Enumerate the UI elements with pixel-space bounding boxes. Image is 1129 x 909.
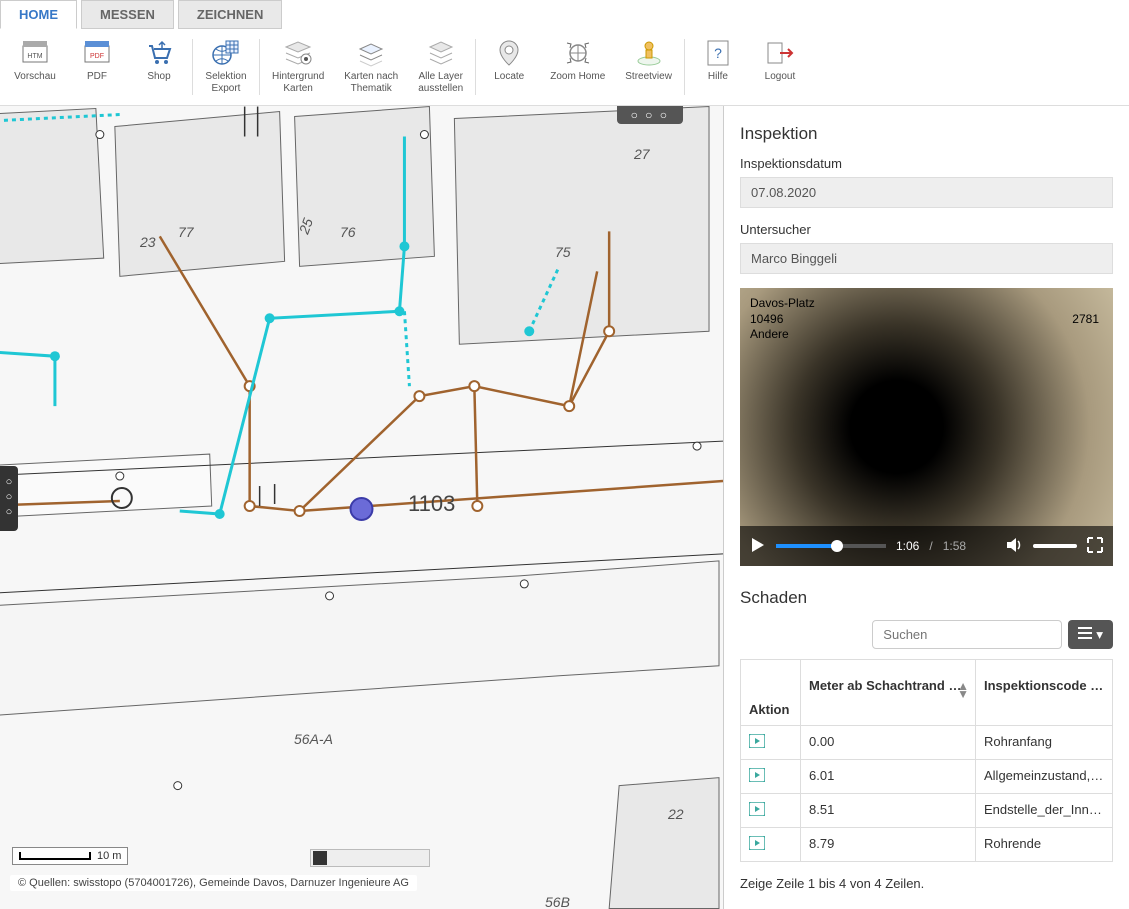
map-canvas[interactable]: ○ ○ ○ ○○○ 23 77 25 76 75 27 56A-A 56B 22… xyxy=(0,106,724,909)
map-vectors xyxy=(0,106,723,909)
tab-home[interactable]: HOME xyxy=(0,0,77,29)
logout-button[interactable]: Logout xyxy=(749,35,811,99)
svg-text:HTM: HTM xyxy=(27,53,42,60)
parcel-label: 23 xyxy=(140,234,156,250)
code-cell: Rohranfang xyxy=(976,726,1113,760)
scale-bar: 10 m xyxy=(12,847,128,865)
inspektion-title: Inspektion xyxy=(740,124,1113,144)
columns-toggle-button[interactable]: ▾ xyxy=(1068,620,1113,649)
svg-text:?: ? xyxy=(714,45,722,61)
inspection-panel: Inspektion Inspektionsdatum Untersucher … xyxy=(724,106,1129,909)
streetview-icon xyxy=(635,39,663,67)
logout-icon xyxy=(766,39,794,67)
cart-icon xyxy=(145,39,173,67)
code-filter-input[interactable] xyxy=(1090,674,1112,698)
feature-id-label: 1103 xyxy=(408,491,455,517)
karten-thematik-button[interactable]: Karten nach Thematik xyxy=(334,35,408,99)
main-tabs: HOME MESSEN ZEICHNEN xyxy=(0,0,1129,29)
pdf-button[interactable]: PDF PDF xyxy=(66,35,128,99)
volume-slider[interactable] xyxy=(1033,544,1077,548)
alle-layer-button[interactable]: Alle Layer ausstellen xyxy=(408,35,473,99)
video-progress[interactable] xyxy=(776,544,886,548)
vorschau-button[interactable]: HTM Vorschau xyxy=(4,35,66,99)
col-code[interactable]: Inspektionscode xyxy=(976,660,1113,726)
schaden-table: Aktion Meter ab Schachtrand ▲▼ Inspektio… xyxy=(740,659,1113,862)
map-layers-icon xyxy=(284,39,312,67)
code-cell: Allgemeinzustand,_Fo xyxy=(976,760,1113,794)
selektion-export-button[interactable]: Selektion Export xyxy=(195,35,257,99)
video-goto-icon[interactable] xyxy=(749,736,765,751)
table-row[interactable]: 0.00Rohranfang xyxy=(741,726,1113,760)
video-controls: 1:06 / 1:58 xyxy=(740,526,1113,566)
hintergrund-karten-button[interactable]: Hintergrund Karten xyxy=(262,35,334,99)
table-row[interactable]: 8.51Endstelle_der_Innena xyxy=(741,794,1113,828)
meter-cell: 8.51 xyxy=(801,794,976,828)
untersucher-field[interactable] xyxy=(740,243,1113,274)
parcel-label: 76 xyxy=(340,224,356,240)
video-overlay-left: Davos-Platz 10496 Andere xyxy=(750,296,815,343)
mute-icon[interactable] xyxy=(1005,536,1023,557)
untersucher-label: Untersucher xyxy=(740,222,1113,237)
video-time-current: 1:06 xyxy=(896,539,919,553)
table-row[interactable]: 6.01Allgemeinzustand,_Fo xyxy=(741,760,1113,794)
schaden-search-input[interactable] xyxy=(872,620,1062,649)
globe-arrows-icon xyxy=(564,39,592,67)
inspektionsdatum-field[interactable] xyxy=(740,177,1113,208)
sort-icon[interactable]: ▲▼ xyxy=(957,682,969,699)
list-icon xyxy=(1078,627,1092,642)
shop-button[interactable]: Shop xyxy=(128,35,190,99)
pdf-icon: PDF xyxy=(83,39,111,67)
video-goto-icon[interactable] xyxy=(749,770,765,785)
table-footer: Zeige Zeile 1 bis 4 von 4 Zeilen. xyxy=(740,876,1113,891)
code-cell: Endstelle_der_Innena xyxy=(976,794,1113,828)
map-credits: © Quellen: swisstopo (5704001726), Gemei… xyxy=(10,875,417,891)
html-icon: HTM xyxy=(21,39,49,67)
layers-stack-icon xyxy=(427,39,455,67)
streetview-button[interactable]: Streetview xyxy=(615,35,682,99)
col-meter[interactable]: Meter ab Schachtrand ▲▼ xyxy=(801,660,976,726)
parcel-label: 22 xyxy=(668,806,684,822)
video-time-total: 1:58 xyxy=(943,539,966,553)
parcel-label: 27 xyxy=(634,146,650,162)
panel-drag-handle-left[interactable]: ○○○ xyxy=(0,466,18,531)
pin-icon xyxy=(495,39,523,67)
locate-button[interactable]: Locate xyxy=(478,35,540,99)
layers-icon xyxy=(357,39,385,67)
zoom-home-button[interactable]: Zoom Home xyxy=(540,35,615,99)
globe-grid-icon xyxy=(212,39,240,67)
schaden-title: Schaden xyxy=(740,588,1113,608)
fullscreen-icon[interactable] xyxy=(1087,537,1103,556)
svg-text:PDF: PDF xyxy=(90,53,104,60)
table-row[interactable]: 8.79Rohrende xyxy=(741,828,1113,862)
video-overlay-right: 2781 xyxy=(1072,312,1099,326)
video-goto-icon[interactable] xyxy=(749,804,765,819)
video-goto-icon[interactable] xyxy=(749,838,765,853)
tab-zeichnen[interactable]: ZEICHNEN xyxy=(178,0,282,29)
parcel-label: 56A-A xyxy=(294,731,333,747)
tab-messen[interactable]: MESSEN xyxy=(81,0,174,29)
toolbar: HTM Vorschau PDF PDF Shop Selektion Expo… xyxy=(0,29,1129,106)
meter-cell: 0.00 xyxy=(801,726,976,760)
meter-cell: 8.79 xyxy=(801,828,976,862)
panel-drag-handle-top[interactable]: ○ ○ ○ xyxy=(617,106,683,124)
meter-cell: 6.01 xyxy=(801,760,976,794)
hilfe-button[interactable]: ? Hilfe xyxy=(687,35,749,99)
time-separator: / xyxy=(929,539,932,553)
play-icon[interactable] xyxy=(750,537,766,556)
col-aktion[interactable]: Aktion xyxy=(741,660,801,726)
code-cell: Rohrende xyxy=(976,828,1113,862)
caret-down-icon: ▾ xyxy=(1096,627,1103,643)
parcel-label: 56B xyxy=(545,894,570,909)
layer-opacity-slider[interactable] xyxy=(310,849,430,867)
parcel-label: 75 xyxy=(555,244,571,260)
help-icon: ? xyxy=(704,39,732,67)
inspection-video[interactable]: Davos-Platz 10496 Andere 2781 1:06 / 1:5… xyxy=(740,288,1113,566)
parcel-label: 77 xyxy=(178,224,194,240)
inspektionsdatum-label: Inspektionsdatum xyxy=(740,156,1113,171)
